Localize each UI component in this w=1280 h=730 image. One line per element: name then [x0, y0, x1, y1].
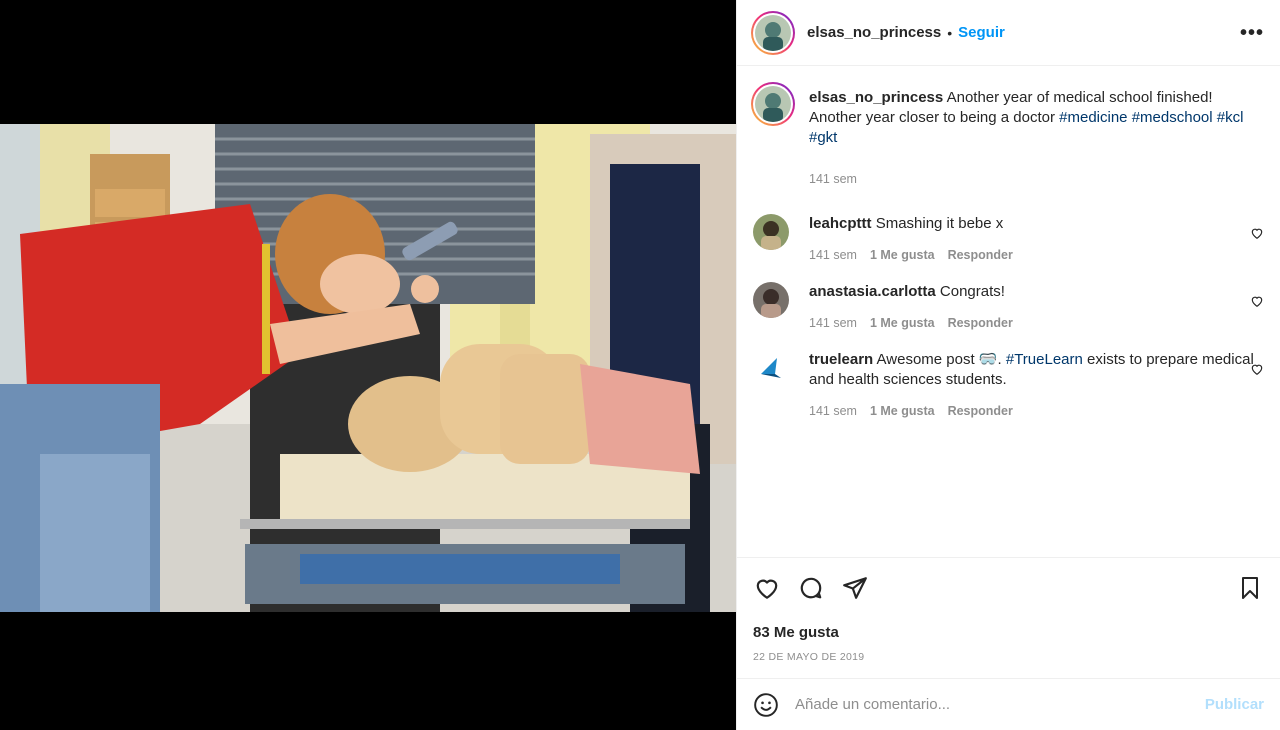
like-comment-heart-icon[interactable] — [1250, 294, 1264, 308]
commenter-avatar[interactable] — [753, 350, 789, 386]
post-caption: elsas_no_princess Another year of medica… — [751, 82, 1264, 186]
hashtag[interactable]: #kcl — [1217, 109, 1244, 126]
media-panel — [0, 0, 736, 730]
bookmark-icon[interactable] — [1236, 574, 1264, 602]
separator-dot: • — [947, 24, 953, 41]
like-comment-heart-icon[interactable] — [1250, 362, 1264, 376]
comment-item: anastasia.carlotta Congrats! 141 sem 1 M… — [751, 282, 1264, 330]
comment-time[interactable]: 141 sem — [809, 404, 857, 418]
share-icon[interactable] — [841, 574, 869, 602]
comment-likes[interactable]: 1 Me gusta — [870, 316, 935, 330]
author-username[interactable]: elsas_no_princess — [807, 24, 941, 41]
comment-item: leahcpttt Smashing it bebe x 141 sem 1 M… — [751, 214, 1264, 262]
likes-count[interactable]: 83 Me gusta — [753, 624, 1264, 641]
commenter-avatar[interactable] — [753, 282, 789, 318]
hashtag[interactable]: #medicine — [1059, 109, 1127, 126]
comment-time[interactable]: 141 sem — [809, 248, 857, 262]
caption-time[interactable]: 141 sem — [809, 172, 857, 186]
comment-time[interactable]: 141 sem — [809, 316, 857, 330]
author-avatar[interactable] — [751, 10, 795, 55]
comment-icon[interactable] — [797, 574, 825, 602]
comment-text: Smashing it bebe x — [875, 215, 1004, 232]
reply-button[interactable]: Responder — [948, 316, 1013, 330]
post-modal: elsas_no_princess • Seguir ••• elsas_no_… — [0, 0, 1280, 730]
comment-composer: Publicar — [737, 678, 1280, 730]
post-photo[interactable] — [0, 124, 736, 612]
post-actions: 83 Me gusta 22 DE MAYO DE 2019 — [737, 557, 1280, 678]
hashtag[interactable]: #medschool — [1132, 109, 1213, 126]
commenter-avatar[interactable] — [753, 214, 789, 250]
comment-likes[interactable]: 1 Me gusta — [870, 404, 935, 418]
post-header: elsas_no_princess • Seguir ••• — [737, 0, 1280, 66]
post-sidebar: elsas_no_princess • Seguir ••• elsas_no_… — [736, 0, 1280, 730]
comment-likes[interactable]: 1 Me gusta — [870, 248, 935, 262]
comment-username[interactable]: truelearn — [809, 351, 873, 368]
emoji-icon[interactable] — [753, 692, 779, 718]
follow-button[interactable]: Seguir — [958, 24, 1005, 41]
hashtag[interactable]: #gkt — [809, 129, 837, 146]
comments-list: elsas_no_princess Another year of medica… — [737, 66, 1280, 557]
post-date[interactable]: 22 DE MAYO DE 2019 — [753, 651, 1264, 663]
goggles-emoji-icon: 🥽 — [978, 351, 998, 368]
comment-text: Congrats! — [939, 283, 1005, 300]
hashtag[interactable]: #TrueLearn — [1006, 351, 1083, 368]
caption-avatar[interactable] — [751, 82, 795, 126]
like-heart-icon[interactable] — [753, 574, 781, 602]
comment-text: . — [997, 351, 1006, 368]
publish-button[interactable]: Publicar — [1205, 696, 1264, 713]
more-options-icon[interactable]: ••• — [1240, 23, 1264, 43]
reply-button[interactable]: Responder — [948, 248, 1013, 262]
like-comment-heart-icon[interactable] — [1250, 226, 1264, 240]
comment-item: truelearn Awesome post 🥽. #TrueLearn exi… — [751, 350, 1264, 418]
comment-username[interactable]: anastasia.carlotta — [809, 283, 936, 300]
caption-username[interactable]: elsas_no_princess — [809, 89, 943, 106]
comment-input[interactable] — [795, 696, 1205, 713]
comment-text: Awesome post — [876, 351, 979, 368]
comment-username[interactable]: leahcpttt — [809, 215, 872, 232]
reply-button[interactable]: Responder — [948, 404, 1013, 418]
